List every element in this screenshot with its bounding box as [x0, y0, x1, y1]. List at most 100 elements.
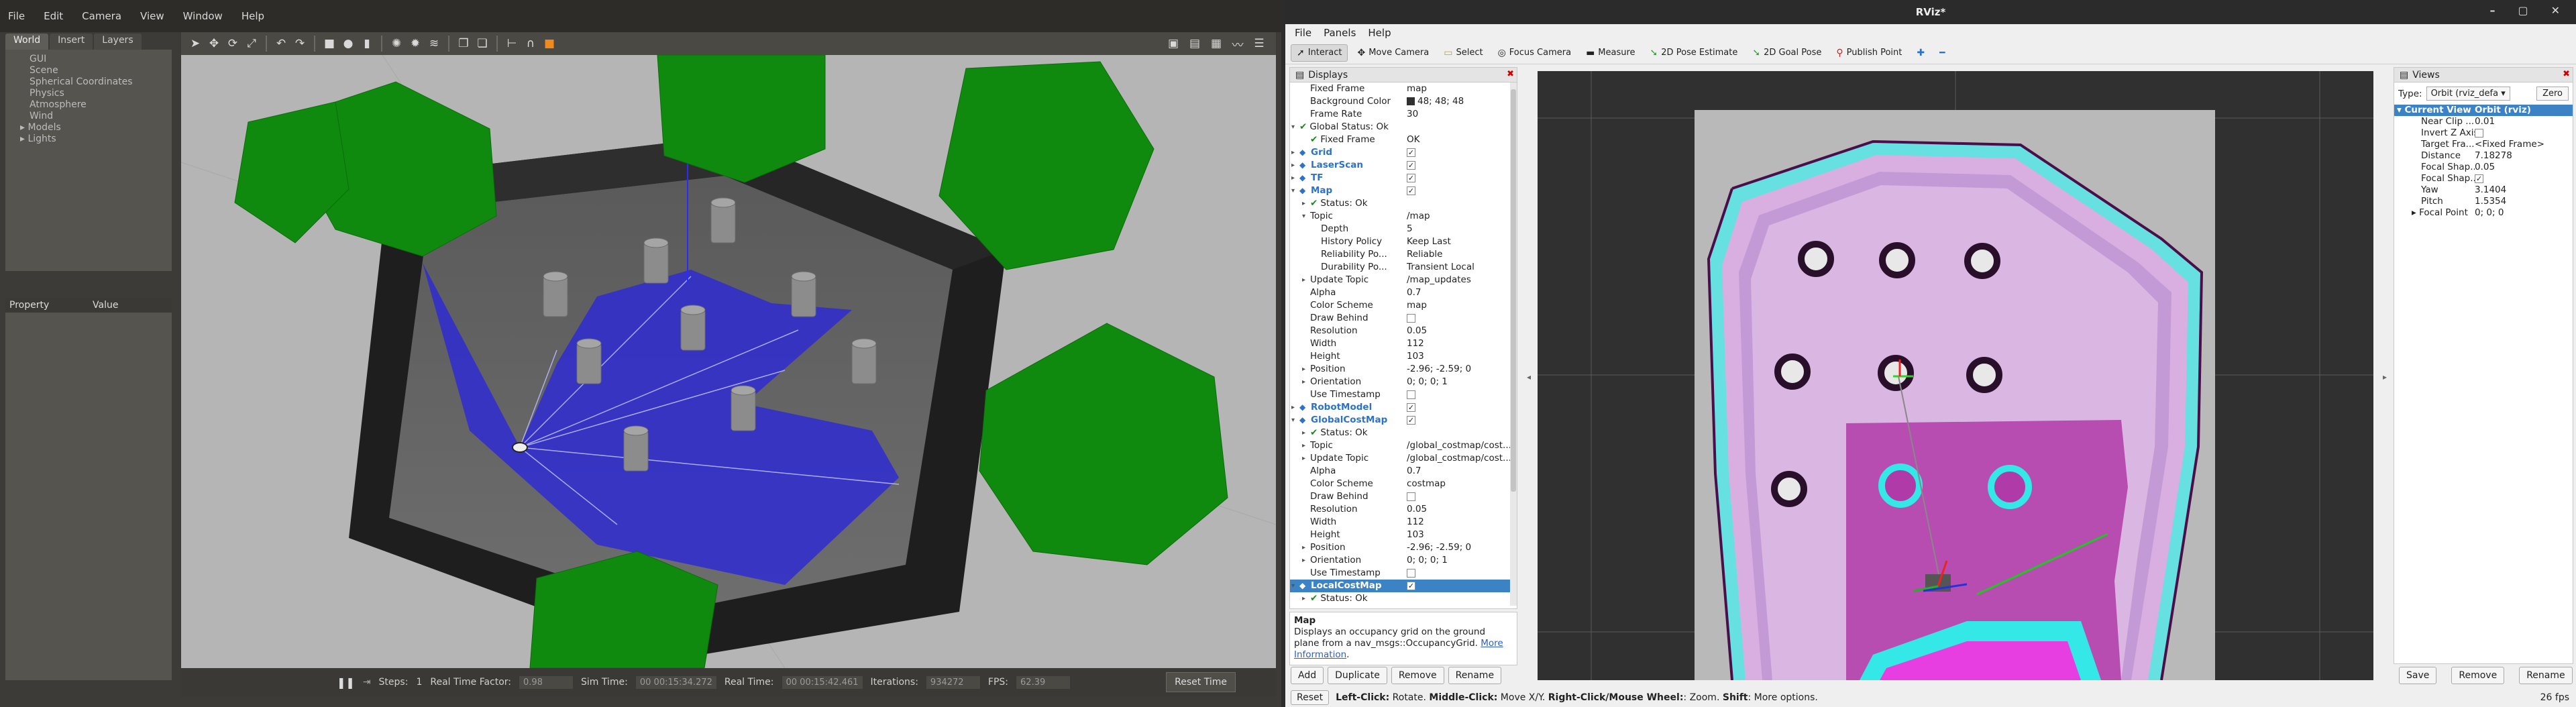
- display-row-value[interactable]: map: [1407, 300, 1427, 311]
- tool-focus-camera[interactable]: ◎ Focus Camera: [1493, 45, 1577, 61]
- display-row[interactable]: ▸ ◆ TF ✓: [1290, 172, 1517, 184]
- select-arrow-icon[interactable]: ➤: [188, 36, 203, 51]
- expand-arrow-icon[interactable]: ▸: [1302, 274, 1310, 286]
- checkbox[interactable]: ✓: [1407, 160, 1415, 170]
- menu-window[interactable]: Window: [183, 10, 223, 22]
- view-property-row[interactable]: Distance 7.18278: [2394, 150, 2573, 162]
- display-row-value[interactable]: -2.96; -2.59; 0: [1407, 542, 1471, 553]
- minimize-icon[interactable]: –: [2489, 4, 2495, 17]
- checkbox[interactable]: ✓: [1407, 173, 1415, 182]
- display-row-value[interactable]: 0.7: [1407, 287, 1421, 298]
- menu-file[interactable]: File: [8, 10, 25, 22]
- display-row[interactable]: Height 103: [1290, 529, 1517, 541]
- snap-icon[interactable]: ∩: [523, 36, 538, 51]
- expand-arrow-icon[interactable]: ▸: [1302, 197, 1310, 210]
- view-property-value[interactable]: 1.5354: [2475, 196, 2506, 207]
- display-row[interactable]: ▸ Position -2.96; -2.59; 0: [1290, 363, 1517, 376]
- duplicate-display-button[interactable]: Duplicate: [1328, 667, 1387, 684]
- expand-arrow-icon[interactable]: ▸: [1302, 554, 1310, 567]
- maximize-icon[interactable]: ▢: [2518, 4, 2528, 17]
- menu-camera[interactable]: Camera: [82, 10, 121, 22]
- display-row[interactable]: Background Color 48; 48; 48: [1290, 95, 1517, 108]
- checkbox[interactable]: [1407, 568, 1415, 578]
- tree-item-spherical[interactable]: Spherical Coordinates: [11, 76, 166, 88]
- display-row[interactable]: Height 103: [1290, 350, 1517, 363]
- display-row[interactable]: Color Scheme map: [1290, 299, 1517, 312]
- current-view-row[interactable]: ▾ Current View Orbit (rviz): [2394, 105, 2573, 116]
- display-row[interactable]: ▸ ◆ LaserScan ✓: [1290, 159, 1517, 172]
- expand-arrow-icon[interactable]: ▸: [1302, 541, 1310, 554]
- steps-value[interactable]: 1: [416, 677, 422, 688]
- expand-arrow-icon[interactable]: ▸: [1291, 146, 1299, 159]
- display-row-value[interactable]: 0; 0; 0; 1: [1407, 376, 1448, 387]
- collapse-left-icon[interactable]: ◂: [1527, 372, 1531, 382]
- rotate-icon[interactable]: ⟳: [225, 36, 240, 51]
- expand-arrow-icon[interactable]: ▾: [1291, 414, 1299, 427]
- display-row-value[interactable]: /global_costmap/cost...: [1407, 440, 1511, 451]
- remove-tool-button[interactable]: ━: [1934, 45, 1950, 61]
- reset-button[interactable]: Reset: [1291, 690, 1330, 705]
- display-row-value[interactable]: 103: [1407, 529, 1424, 540]
- checkbox[interactable]: ✓: [2475, 174, 2483, 183]
- display-row-value[interactable]: map: [1407, 83, 1427, 94]
- tool-select[interactable]: ▭ Select: [1438, 45, 1488, 61]
- tool-publish-point[interactable]: ⚲ Publish Point: [1831, 45, 1907, 61]
- rename-view-button[interactable]: Rename: [2519, 667, 2573, 684]
- zero-button[interactable]: Zero: [2536, 87, 2569, 101]
- display-row[interactable]: ▸ Topic/global_costmap/cost...: [1290, 439, 1517, 452]
- scale-icon[interactable]: ⤢: [244, 36, 259, 51]
- add-display-button[interactable]: Add: [1291, 667, 1324, 684]
- display-row-value[interactable]: Reliable: [1407, 249, 1442, 260]
- remove-display-button[interactable]: Remove: [1391, 667, 1444, 684]
- video-icon[interactable]: ▦: [1209, 36, 1224, 51]
- display-row[interactable]: Width 112: [1290, 516, 1517, 529]
- checkbox[interactable]: ✓: [1407, 148, 1415, 157]
- view-property-row[interactable]: Near Clip ... 0.01: [2394, 116, 2573, 127]
- checkbox[interactable]: [1407, 313, 1415, 323]
- view-property-value[interactable]: 0.05: [2475, 162, 2495, 172]
- expand-arrow-icon[interactable]: ▸: [1291, 172, 1299, 184]
- view-property-value[interactable]: 3.1404: [2475, 184, 2506, 195]
- display-row-value[interactable]: 48; 48; 48: [1417, 96, 1464, 107]
- expand-arrow-icon[interactable]: ▸: [1302, 439, 1310, 452]
- menu-panels[interactable]: Panels: [1324, 27, 1356, 39]
- display-row-value[interactable]: Keep Last: [1407, 236, 1451, 247]
- display-row[interactable]: Resolution 0.05: [1290, 325, 1517, 337]
- view-property-value[interactable]: 0; 0; 0: [2475, 207, 2504, 218]
- view-type-select[interactable]: Orbit (rviz_defa ▾: [2426, 87, 2510, 101]
- display-row[interactable]: ▸ Update Topic/global_costmap/cost...: [1290, 452, 1517, 465]
- remove-view-button[interactable]: Remove: [2451, 667, 2505, 684]
- view-property-row[interactable]: Focal Shap... ✓: [2394, 173, 2573, 184]
- display-row[interactable]: Width 112: [1290, 337, 1517, 350]
- view-property-value[interactable]: <Fixed Frame>: [2475, 139, 2544, 150]
- rviz-3d-view[interactable]: [1538, 71, 2373, 680]
- display-row[interactable]: Reliability Po... Reliable: [1290, 248, 1517, 261]
- undo-icon[interactable]: ↶: [274, 36, 288, 51]
- display-row[interactable]: Depth 5: [1290, 223, 1517, 235]
- tree-item-atmosphere[interactable]: Atmosphere: [11, 99, 166, 111]
- expand-arrow-icon[interactable]: ▸: [20, 122, 28, 133]
- display-row[interactable]: ✔ Fixed Frame OK: [1290, 133, 1517, 146]
- redo-icon[interactable]: ↷: [292, 36, 307, 51]
- display-row[interactable]: ▸ Orientation 0; 0; 0; 1: [1290, 554, 1517, 567]
- log-icon[interactable]: ▤: [1187, 36, 1202, 51]
- display-row[interactable]: ▸ ✔ Status: Ok: [1290, 197, 1517, 210]
- display-row[interactable]: ▸ ✔ Status: Ok: [1290, 427, 1517, 439]
- box-shape-icon[interactable]: ■: [322, 36, 337, 51]
- display-row[interactable]: ▸ ✔ Status: Ok: [1290, 592, 1517, 605]
- expand-arrow-icon[interactable]: ▾: [1291, 121, 1299, 133]
- directional-light-icon[interactable]: ≋: [427, 36, 441, 51]
- close-icon[interactable]: ✖: [1507, 69, 1514, 79]
- view-property-row[interactable]: Focal Shap... 0.05: [2394, 162, 2573, 173]
- expand-arrow-icon[interactable]: ▸: [1302, 592, 1310, 605]
- view-property-row[interactable]: ▸ Focal Point 0; 0; 0: [2394, 207, 2573, 219]
- display-row[interactable]: ▾ ◆ GlobalCostMap ✓: [1290, 414, 1517, 427]
- expand-arrow-icon[interactable]: ▸: [1302, 363, 1310, 376]
- simulation-scene[interactable]: [181, 55, 1276, 668]
- view-property-row[interactable]: Yaw 3.1404: [2394, 184, 2573, 196]
- display-row[interactable]: Alpha 0.7: [1290, 286, 1517, 299]
- expand-arrow-icon[interactable]: ▸: [1291, 159, 1299, 172]
- display-row-value[interactable]: /map_updates: [1407, 274, 1471, 285]
- display-row-value[interactable]: 30: [1407, 109, 1418, 119]
- more-info-link-2[interactable]: Information: [1294, 649, 1346, 660]
